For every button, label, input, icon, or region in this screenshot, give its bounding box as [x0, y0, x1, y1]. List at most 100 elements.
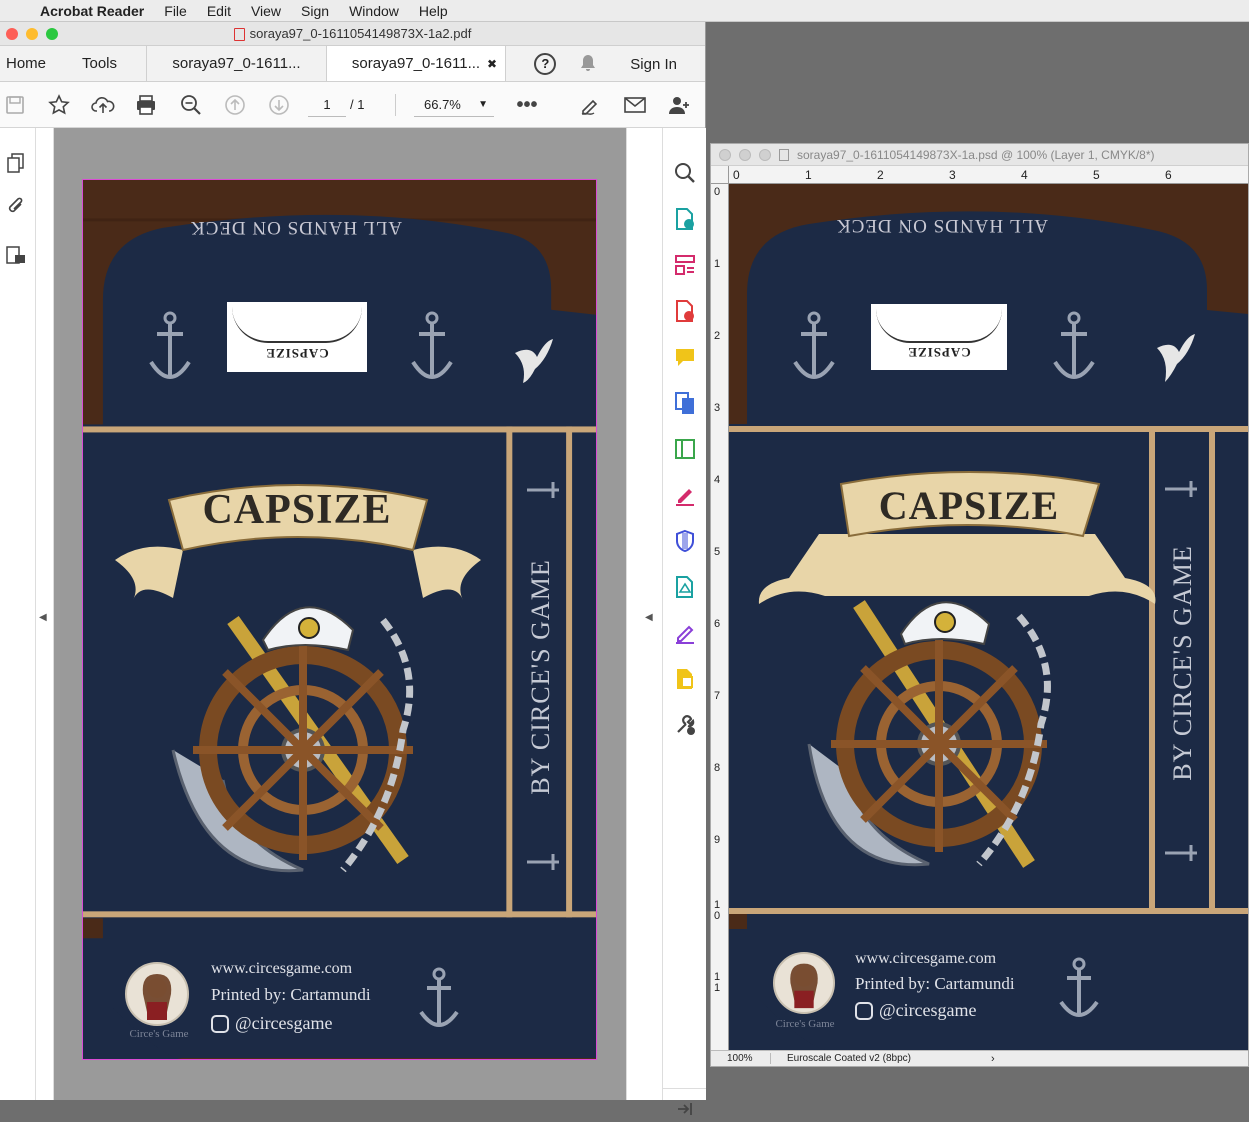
create-pdf-icon[interactable]: [672, 298, 698, 324]
circes-game-logo: [125, 962, 189, 1026]
print-icon[interactable]: [133, 92, 159, 118]
ruler-corner[interactable]: [711, 166, 729, 184]
left-navigation-rail: [0, 128, 36, 1100]
send-for-review-icon[interactable]: [672, 666, 698, 692]
psd-color-profile: Euroscale Coated v2 (8bpc): [787, 1053, 911, 1064]
ruler-label: 1: [714, 258, 721, 270]
app-menu[interactable]: Acrobat Reader: [40, 3, 144, 19]
psd-logo-caption: Circe's Game: [775, 1018, 835, 1030]
close-window-button[interactable]: [6, 28, 18, 40]
cloud-upload-icon[interactable]: [90, 92, 116, 118]
photoshop-window: soraya97_0-1611054149873X-1a.psd @ 100% …: [710, 143, 1249, 1067]
tab-tools[interactable]: Tools: [74, 46, 146, 81]
left-panel-collapse[interactable]: ◀: [36, 128, 54, 1100]
export-acrobat-icon[interactable]: [672, 574, 698, 600]
previous-page-icon[interactable]: [222, 92, 248, 118]
psd-stamp-compass: [876, 309, 1002, 343]
ruler-label: 2: [714, 330, 721, 342]
tab-document-1[interactable]: soraya97_0-1611...: [146, 46, 326, 81]
ruler-label: 3: [949, 168, 956, 182]
zoom-out-search-icon[interactable]: [178, 92, 204, 118]
acrobat-window: soraya97_0-1611054149873X-1a2.pdf Home T…: [0, 22, 706, 1115]
fill-sign-icon[interactable]: [578, 92, 604, 118]
close-tab-icon[interactable]: ✖: [487, 57, 497, 71]
bell-icon[interactable]: [578, 53, 598, 76]
next-page-icon[interactable]: [266, 92, 292, 118]
zoom-value: 66.7%: [424, 97, 461, 112]
export-pdf-icon[interactable]: [672, 206, 698, 232]
collapse-left-icon[interactable]: ◀: [39, 612, 47, 623]
email-icon[interactable]: [622, 92, 648, 118]
add-user-icon[interactable]: [666, 92, 692, 118]
zoom-select[interactable]: 66.7% ▼: [414, 93, 494, 117]
page-thumbnails-icon[interactable]: [3, 150, 29, 176]
protect-shield-icon[interactable]: [672, 528, 698, 554]
small-anchor-icon: [1161, 476, 1201, 502]
psd-minimize-button[interactable]: [739, 149, 751, 161]
psd-stamp-graphic: CAPSIZE: [873, 306, 1005, 368]
ruler-label: 1: [805, 168, 812, 182]
menu-window[interactable]: Window: [349, 3, 399, 19]
fill-sign-pen-icon[interactable]: [672, 482, 698, 508]
menu-file[interactable]: File: [164, 3, 187, 19]
side-text: BY CIRCE'S GAME: [526, 559, 555, 795]
ruler-label: 1 0: [714, 899, 721, 922]
psd-stamp-text: CAPSIZE: [907, 345, 971, 360]
small-anchor-icon: [523, 848, 563, 876]
ruler-label: 6: [1165, 168, 1172, 182]
psd-titlebar[interactable]: soraya97_0-1611054149873X-1a.psd @ 100% …: [711, 144, 1248, 166]
ruler-label: 5: [1093, 168, 1100, 182]
comment-icon[interactable]: [672, 344, 698, 370]
psd-close-button[interactable]: [719, 149, 731, 161]
sign-in-button[interactable]: Sign In: [630, 56, 677, 73]
more-tools-wrench-icon[interactable]: [672, 712, 698, 738]
instagram-text: @circesgame: [235, 1013, 333, 1033]
ruler-label: 4: [1021, 168, 1028, 182]
small-anchor-icon: [1161, 840, 1201, 866]
stamp-text: CAPSIZE: [265, 346, 329, 361]
psd-zoom-button[interactable]: [759, 149, 771, 161]
right-scroll-column[interactable]: ◀: [626, 128, 662, 1100]
horizontal-ruler[interactable]: 0 1 2 3 4 5 6: [729, 166, 1248, 184]
toolbar-divider: [395, 94, 396, 116]
bookmark-star-icon[interactable]: [46, 92, 72, 118]
request-signature-icon[interactable]: [672, 620, 698, 646]
ruler-label: 5: [714, 546, 721, 558]
printer-text: Printed by: Cartamundi: [211, 985, 371, 1004]
page-number-input[interactable]: 1: [308, 93, 346, 117]
zoom-search-icon[interactable]: [672, 160, 698, 186]
anchor-icon: [791, 310, 837, 390]
psd-circes-game-logo: [773, 952, 835, 1014]
tab-home[interactable]: Home: [0, 46, 74, 81]
combine-files-icon[interactable]: [672, 390, 698, 416]
help-icon[interactable]: ?: [534, 53, 557, 75]
stamp-graphic: CAPSIZE: [229, 304, 365, 370]
pdf-file-icon: [233, 28, 245, 41]
save-icon[interactable]: [2, 92, 28, 118]
attachments-paperclip-icon[interactable]: [3, 194, 29, 220]
psd-arc-text: ALL HANDS ON DECK: [835, 215, 1049, 236]
main-toolbar: 1 / 1 66.7% ▼ •••: [0, 82, 705, 128]
psd-status-arrow-icon[interactable]: ›: [991, 1053, 995, 1065]
tab-document-2[interactable]: soraya97_0-1611... ✖: [326, 46, 506, 81]
psd-side-text: BY CIRCE'S GAME: [1168, 545, 1197, 781]
layers-lock-icon[interactable]: [3, 242, 29, 268]
menu-edit[interactable]: Edit: [207, 3, 231, 19]
pdf-page: ALL HANDS ON DECK CAPSIZE CAPSIZE BY CIR…: [82, 179, 597, 1060]
edit-pdf-icon[interactable]: [672, 436, 698, 462]
tab-bar: Home Tools soraya97_0-1611... soraya97_0…: [0, 46, 705, 82]
vertical-ruler[interactable]: 0 1 2 3 4 5 6 7 8 9 1 0 1 1: [711, 184, 729, 1050]
psd-zoom-level[interactable]: 100%: [711, 1053, 771, 1064]
menu-help[interactable]: Help: [419, 3, 448, 19]
ruler-label: 7: [714, 690, 721, 702]
ruler-label: 8: [714, 762, 721, 774]
minimize-window-button[interactable]: [26, 28, 38, 40]
more-options-icon[interactable]: •••: [514, 92, 540, 118]
collapse-right-icon[interactable]: ◀: [645, 612, 653, 623]
zoom-window-button[interactable]: [46, 28, 58, 40]
psd-canvas[interactable]: ALL HANDS ON DECK CAPSIZE CAPSIZE BY CIR…: [729, 184, 1248, 1050]
organize-pages-icon[interactable]: [672, 252, 698, 278]
menu-sign[interactable]: Sign: [301, 3, 329, 19]
acrobat-titlebar[interactable]: soraya97_0-1611054149873X-1a2.pdf: [0, 22, 705, 46]
menu-view[interactable]: View: [251, 3, 281, 19]
